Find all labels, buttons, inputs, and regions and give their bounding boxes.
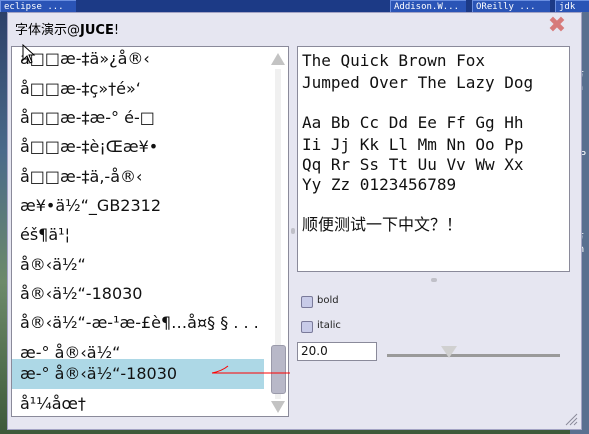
font-list-item[interactable]: å®‹ä½“-18030: [20, 284, 142, 314]
window-title-prefix: 字体演示@: [15, 23, 81, 38]
vertical-splitter-handle[interactable]: [291, 228, 295, 234]
mouse-cursor-icon: [22, 44, 36, 64]
font-list-item[interactable]: å¹¼åœ†: [20, 394, 86, 416]
close-icon[interactable]: ✖: [546, 15, 568, 37]
font-demo-window: 字体演示@JUCE! ✖ å□□æ-‡ä»¿å®‹ å□□æ-‡ç»†é»‘ å…: [7, 12, 582, 430]
taskbar-item-eclipse[interactable]: eclipse ...: [0, 0, 76, 12]
preview-line: The Quick Brown Fox: [302, 51, 486, 70]
font-list-item[interactable]: å®‹ä½“-æ-¹æ-£è¶…å¤§ § . . .: [20, 313, 259, 343]
taskbar-item-jdk[interactable]: jdk: [555, 0, 589, 12]
preview-line: Qq Rr Ss Tt Uu Vv Ww Xx: [302, 155, 524, 174]
font-list-item-selected[interactable]: æ-° å®‹ä½“-18030: [12, 359, 264, 389]
window-title-suffix: !: [113, 23, 120, 38]
font-size-slider-track[interactable]: [387, 354, 560, 357]
bold-checkbox[interactable]: [301, 296, 313, 308]
preview-line: Aa Bb Cc Dd Ee Ff Gg Hh: [302, 113, 524, 132]
taskbar-item-oreilly[interactable]: OReilly ...: [472, 0, 550, 12]
preview-line: Ii Jj Kk Ll Mm Nn Oo Pp: [302, 135, 524, 154]
font-list-item[interactable]: å□□æ-‡ä»¿å®‹: [20, 49, 150, 79]
taskbar: eclipse ... Addison.W... OReilly ... jdk: [0, 0, 589, 12]
font-list-item[interactable]: å®‹ä½“: [20, 255, 86, 285]
font-preview-box: The Quick Brown Fox Jumped Over The Lazy…: [297, 46, 570, 272]
window-title-brand: JUCE: [80, 23, 114, 38]
font-size-slider-thumb[interactable]: [441, 346, 457, 358]
font-list-item[interactable]: å□□æ-‡æ-° é-□: [20, 108, 155, 138]
font-list-item[interactable]: æ¥•ä½“_GB2312: [20, 196, 161, 226]
resize-grip-icon[interactable]: [564, 412, 578, 426]
preview-line: Jumped Over The Lazy Dog: [302, 73, 534, 92]
taskbar-item-addison[interactable]: Addison.W...: [390, 0, 466, 12]
preview-line: 顺便测试一下中文？！: [302, 215, 463, 234]
scrollbar-thumb[interactable]: [271, 345, 286, 394]
scroll-up-arrow-icon[interactable]: [271, 53, 285, 65]
font-list-item[interactable]: å□□æ-‡ä,-å®‹: [20, 167, 142, 197]
font-list-item[interactable]: éš¶ä¹¦: [20, 225, 70, 255]
font-list-item[interactable]: å□□æ-‡è¡Œæ¥•: [20, 137, 158, 167]
scroll-down-arrow-icon[interactable]: [271, 401, 285, 413]
bold-label: bold: [317, 295, 339, 306]
italic-checkbox[interactable]: [301, 321, 313, 333]
preview-line: Yy Zz 0123456789: [302, 175, 457, 194]
horizontal-splitter-handle[interactable]: [431, 278, 437, 282]
font-list-item[interactable]: å□□æ-‡ç»†é»‘: [20, 79, 141, 109]
italic-label: italic: [317, 320, 341, 331]
font-size-input[interactable]: 20.0: [297, 342, 377, 361]
window-title: 字体演示@JUCE!: [15, 19, 119, 38]
font-list[interactable]: å□□æ-‡ä»¿å®‹ å□□æ-‡ç»†é»‘ å□□æ-‡æ-° é-□ …: [11, 46, 289, 417]
